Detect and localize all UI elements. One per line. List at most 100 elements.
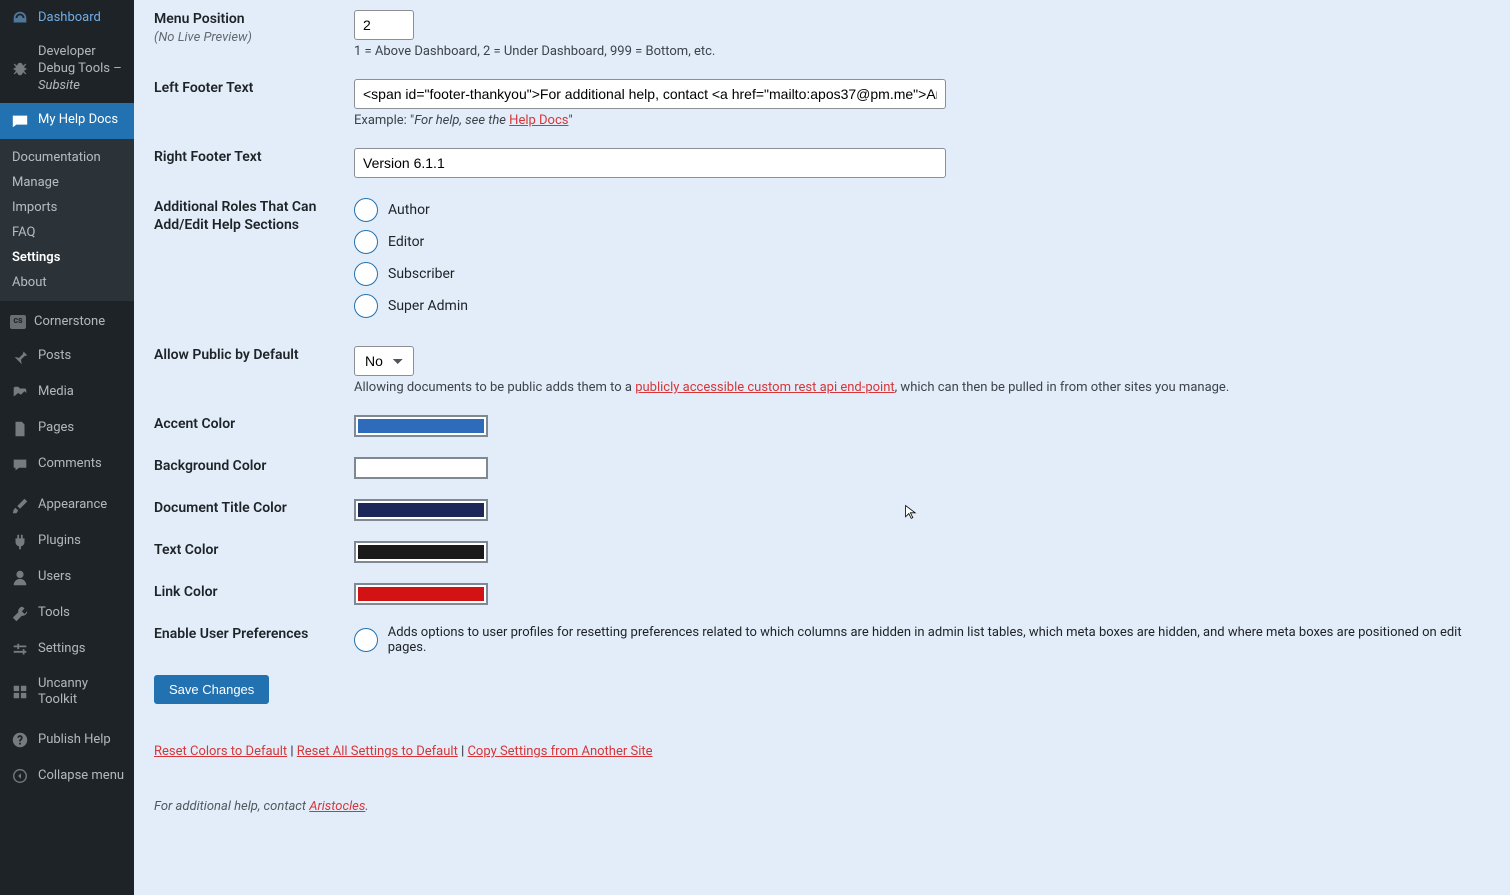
roles-label: Additional Roles That Can Add/Edit Help … <box>154 198 354 326</box>
menu-appearance[interactable]: Appearance <box>0 488 134 524</box>
role-author-radio[interactable] <box>354 198 378 222</box>
submenu-about[interactable]: About <box>0 270 134 295</box>
title-color-label: Document Title Color <box>154 499 354 521</box>
menu-position-sublabel: (No Live Preview) <box>154 30 252 45</box>
menu-label: Uncanny Toolkit <box>38 676 126 710</box>
menu-plugins[interactable]: Plugins <box>0 524 134 560</box>
page-icon <box>10 419 30 439</box>
menu-label: Tools <box>38 605 70 622</box>
menu-dev-debug[interactable]: Developer Debug Tools – Subsite <box>0 36 134 103</box>
submenu-imports[interactable]: Imports <box>0 195 134 220</box>
bug-icon <box>10 59 30 79</box>
menu-position-input[interactable] <box>354 10 414 40</box>
menu-posts[interactable]: Posts <box>0 339 134 375</box>
text-color-picker[interactable] <box>354 541 488 563</box>
submenu-documentation[interactable]: Documentation <box>0 145 134 170</box>
menu-pages[interactable]: Pages <box>0 411 134 447</box>
wrench-icon <box>10 604 30 624</box>
menu-label: Settings <box>38 641 85 658</box>
menu-label: Pages <box>38 420 74 437</box>
menu-dashboard[interactable]: Dashboard <box>0 0 134 36</box>
copy-settings-link[interactable]: Copy Settings from Another Site <box>467 744 652 759</box>
menu-users[interactable]: Users <box>0 560 134 596</box>
submenu: Documentation Manage Imports FAQ Setting… <box>0 139 134 301</box>
menu-position-label: Menu Position <box>154 11 245 27</box>
menu-label: Plugins <box>38 533 81 550</box>
left-footer-help: Example: "For help, see the Help Docs" <box>354 113 1490 128</box>
link-color-picker[interactable] <box>354 583 488 605</box>
role-subscriber-radio[interactable] <box>354 262 378 286</box>
menu-cornerstone[interactable]: cs Cornerstone <box>0 306 134 339</box>
footer-contact-link[interactable]: Aristocles <box>309 799 365 814</box>
title-color-picker[interactable] <box>354 499 488 521</box>
help-docs-link[interactable]: Help Docs <box>509 113 568 128</box>
menu-label: Posts <box>38 348 71 365</box>
brush-icon <box>10 496 30 516</box>
menu-label: Developer Debug Tools – Subsite <box>38 44 126 95</box>
role-superadmin-radio[interactable] <box>354 294 378 318</box>
help-circle-icon <box>10 730 30 750</box>
accent-color-label: Accent Color <box>154 415 354 437</box>
menu-label: My Help Docs <box>38 112 118 129</box>
footer-text: For additional help, contact Aristocles. <box>154 799 1490 814</box>
allow-public-help: Allowing documents to be public adds the… <box>354 380 1490 395</box>
grid-icon <box>10 682 30 702</box>
menu-tools[interactable]: Tools <box>0 596 134 632</box>
collapse-icon <box>10 766 30 786</box>
role-superadmin-label: Super Admin <box>388 298 468 314</box>
comment-icon <box>10 455 30 475</box>
menu-label: Collapse menu <box>38 768 124 785</box>
link-color-label: Link Color <box>154 583 354 605</box>
role-author-label: Author <box>388 202 430 218</box>
reset-all-link[interactable]: Reset All Settings to Default <box>297 744 458 759</box>
accent-color-picker[interactable] <box>354 415 488 437</box>
user-pref-desc: Adds options to user profiles for resett… <box>388 625 1490 655</box>
allow-public-select[interactable]: No <box>354 346 414 376</box>
menu-publish-help[interactable]: Publish Help <box>0 722 134 758</box>
menu-label: Appearance <box>38 497 107 514</box>
background-color-label: Background Color <box>154 457 354 479</box>
background-color-picker[interactable] <box>354 457 488 479</box>
settings-content: Menu Position (No Live Preview) 1 = Above… <box>134 0 1510 895</box>
menu-comments[interactable]: Comments <box>0 447 134 483</box>
dashboard-icon <box>10 8 30 28</box>
media-icon <box>10 383 30 403</box>
menu-media[interactable]: Media <box>0 375 134 411</box>
menu-label: Media <box>38 384 74 401</box>
menu-label: Users <box>38 569 71 586</box>
menu-label: Publish Help <box>38 732 111 749</box>
submenu-settings[interactable]: Settings <box>0 245 134 270</box>
menu-collapse[interactable]: Collapse menu <box>0 758 134 794</box>
right-footer-input[interactable] <box>354 148 946 178</box>
menu-label: Comments <box>38 456 102 473</box>
right-footer-label: Right Footer Text <box>154 148 354 178</box>
reset-links-row: Reset Colors to Default | Reset All Sett… <box>154 744 1490 759</box>
admin-sidebar: Dashboard Developer Debug Tools – Subsit… <box>0 0 134 895</box>
role-editor-radio[interactable] <box>354 230 378 254</box>
user-pref-checkbox[interactable] <box>354 628 378 652</box>
role-editor-label: Editor <box>388 234 424 250</box>
menu-my-help-docs[interactable]: My Help Docs <box>0 103 134 139</box>
role-subscriber-label: Subscriber <box>388 266 455 282</box>
menu-settings[interactable]: Settings <box>0 632 134 668</box>
menu-label: Dashboard <box>38 10 101 27</box>
left-footer-input[interactable] <box>354 79 946 109</box>
user-pref-label: Enable User Preferences <box>154 625 354 655</box>
menu-uncanny[interactable]: Uncanny Toolkit <box>0 668 134 718</box>
plug-icon <box>10 532 30 552</box>
submenu-faq[interactable]: FAQ <box>0 220 134 245</box>
left-footer-label: Left Footer Text <box>154 79 354 128</box>
help-icon <box>10 111 30 131</box>
pin-icon <box>10 347 30 367</box>
submenu-manage[interactable]: Manage <box>0 170 134 195</box>
menu-label: Cornerstone <box>34 314 105 331</box>
sliders-icon <box>10 640 30 660</box>
allow-public-label: Allow Public by Default <box>154 346 354 395</box>
cornerstone-icon: cs <box>10 315 26 329</box>
user-icon <box>10 568 30 588</box>
save-button[interactable]: Save Changes <box>154 675 269 704</box>
reset-colors-link[interactable]: Reset Colors to Default <box>154 744 287 759</box>
text-color-label: Text Color <box>154 541 354 563</box>
menu-position-help: 1 = Above Dashboard, 2 = Under Dashboard… <box>354 44 1490 59</box>
rest-api-link[interactable]: publicly accessible custom rest api end-… <box>635 380 894 395</box>
